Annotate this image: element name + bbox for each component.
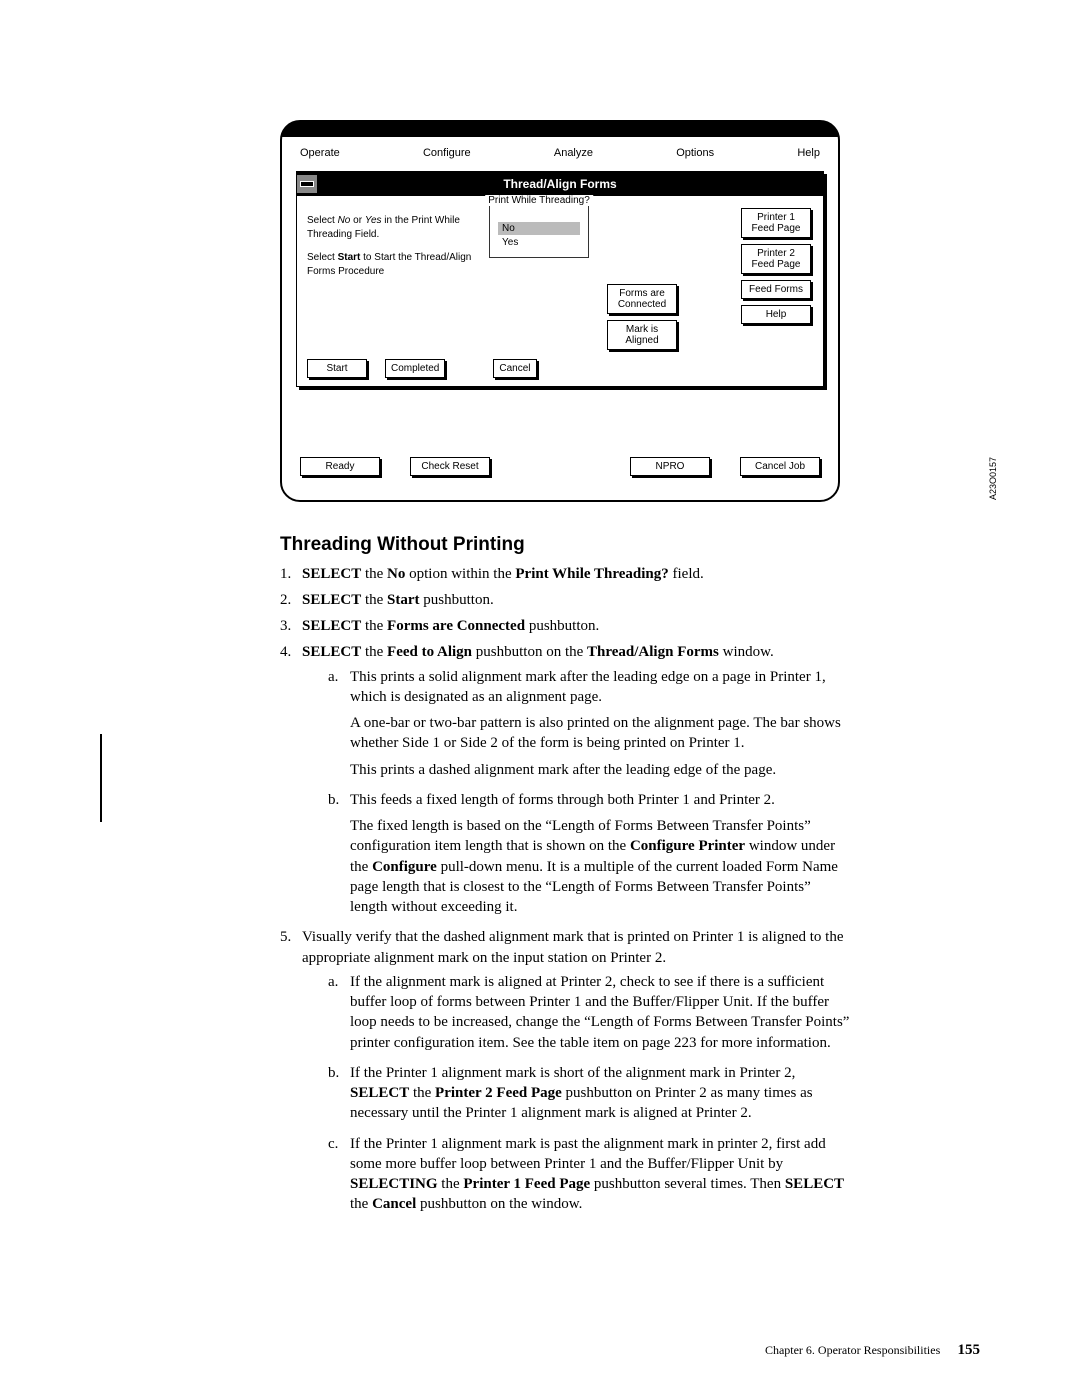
menubar: Operate Configure Analyze Options Help	[282, 137, 838, 167]
figure-code: A23O0157	[988, 457, 998, 500]
step-4b: b. This feeds a fixed length of forms th…	[328, 790, 850, 918]
printer1-feed-page-button[interactable]: Printer 1 Feed Page	[741, 208, 811, 238]
help-button[interactable]: Help	[741, 305, 811, 324]
instruction-text: Select No or Yes in the Print While Thre…	[307, 214, 472, 288]
pwt-option-no[interactable]: No	[498, 222, 580, 235]
step-4a: a. This prints a solid alignment mark af…	[328, 667, 850, 780]
thread-align-window-figure: Operate Configure Analyze Options Help T…	[280, 120, 980, 502]
thread-align-panel: Thread/Align Forms Select No or Yes in t…	[296, 171, 824, 387]
step-4: 4. SELECT the Feed to Align pushbutton o…	[280, 642, 850, 917]
forms-connected-button[interactable]: Forms are Connected	[607, 284, 677, 314]
body-text: Threading Without Printing 1. SELECT the…	[280, 532, 850, 1215]
step-2: 2. SELECT the Start pushbutton.	[280, 590, 850, 610]
titlebar	[282, 122, 838, 137]
menu-analyze[interactable]: Analyze	[554, 147, 593, 159]
completed-button[interactable]: Completed	[385, 359, 445, 378]
step-1: 1. SELECT the No option within the Print…	[280, 564, 850, 584]
print-while-threading-group: Print While Threading? No Yes	[489, 202, 589, 258]
menu-operate[interactable]: Operate	[300, 147, 340, 159]
panel-titlebar: Thread/Align Forms	[297, 172, 823, 196]
menu-help[interactable]: Help	[797, 147, 820, 159]
feed-forms-button[interactable]: Feed Forms	[741, 280, 811, 299]
page-footer: Chapter 6. Operator Responsibilities 155	[765, 1342, 980, 1359]
printer2-feed-page-button[interactable]: Printer 2 Feed Page	[741, 244, 811, 274]
app-window: Operate Configure Analyze Options Help T…	[280, 120, 840, 502]
cancel-job-button[interactable]: Cancel Job	[740, 457, 820, 476]
menu-configure[interactable]: Configure	[423, 147, 471, 159]
npro-button[interactable]: NPRO	[630, 457, 710, 476]
menu-options[interactable]: Options	[676, 147, 714, 159]
panel-title: Thread/Align Forms	[297, 177, 823, 191]
step-5c: c. If the Printer 1 alignment mark is pa…	[328, 1134, 850, 1215]
step-3: 3. SELECT the Forms are Connected pushbu…	[280, 616, 850, 636]
revision-bar	[100, 734, 102, 822]
start-button[interactable]: Start	[307, 359, 367, 378]
mark-aligned-button[interactable]: Mark is Aligned	[607, 320, 677, 350]
step-5b: b. If the Printer 1 alignment mark is sh…	[328, 1063, 850, 1124]
status-bar: Ready Check Reset NPRO Cancel Job	[282, 387, 838, 490]
section-heading: Threading Without Printing	[280, 532, 850, 558]
step-5a: a. If the alignment mark is aligned at P…	[328, 972, 850, 1053]
step-5: 5. Visually verify that the dashed align…	[280, 927, 850, 1214]
cancel-button[interactable]: Cancel	[493, 359, 536, 378]
ready-button[interactable]: Ready	[300, 457, 380, 476]
pwt-label: Print While Threading?	[485, 195, 593, 206]
pwt-option-yes[interactable]: Yes	[498, 236, 580, 249]
check-reset-button[interactable]: Check Reset	[410, 457, 490, 476]
